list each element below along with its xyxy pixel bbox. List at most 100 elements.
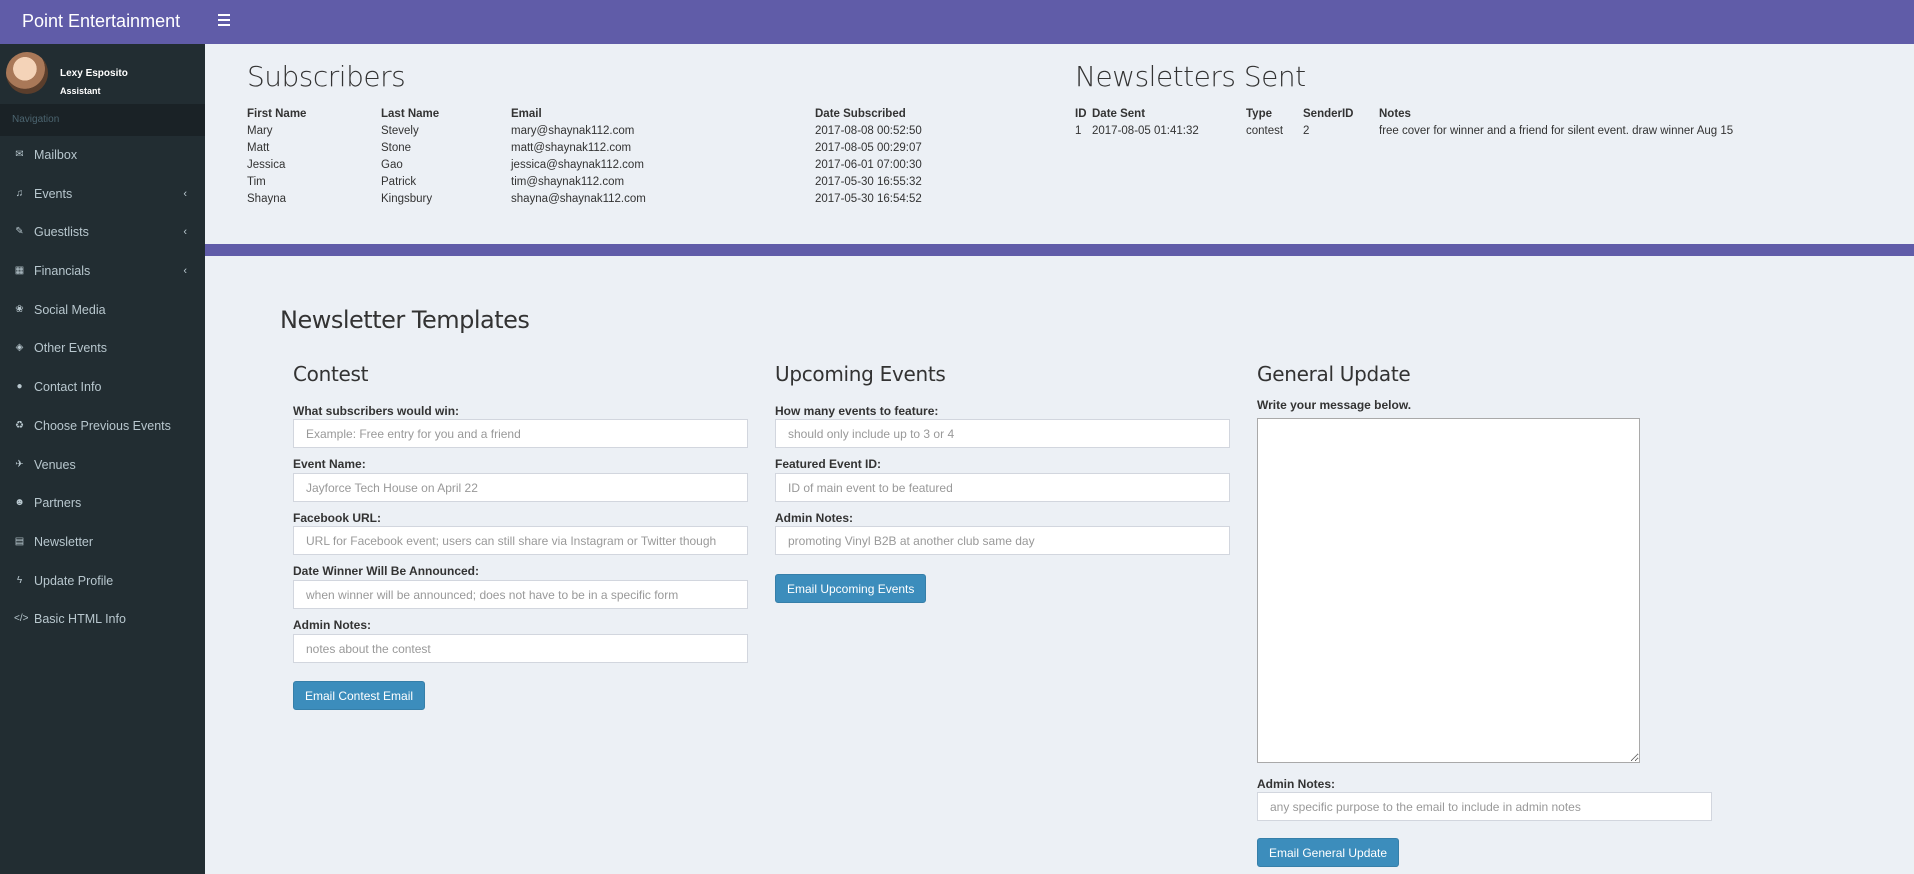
nav-list: ✉ Mailbox ♫ Events ‹ ✎ Guestlists ‹ ▦ Financials ‹… (0, 136, 205, 639)
section-divider (205, 244, 1914, 256)
table-cell: 2017-08-05 01:41:32 (1092, 124, 1199, 137)
column-header: Date Sent (1092, 108, 1146, 120)
sidebar-item-newsletter[interactable]: ▤ Newsletter (0, 523, 205, 562)
contest-notes-input[interactable] (293, 634, 748, 663)
email-upcoming-button[interactable]: Email Upcoming Events (775, 574, 927, 603)
sidebar-item-financials[interactable]: ▦ Financials ‹ (0, 252, 205, 291)
paw-icon: ❀ (15, 303, 24, 315)
sidebar-item-other-events[interactable]: ◈ Other Events (0, 329, 205, 368)
brand-logo[interactable]: Point Entertainment (0, 0, 205, 44)
sidebar-item-update-profile[interactable]: ϟ Update Profile (0, 562, 205, 601)
avatar (6, 52, 48, 94)
plane-icon: ✈ (15, 458, 24, 470)
sidebar-item-label: Events (34, 186, 73, 201)
table-cell: 2017-06-01 07:00:30 (815, 158, 922, 171)
table-cell: Stevely (381, 124, 419, 137)
event-name-label: Event Name: (293, 457, 366, 471)
upcoming-notes-input[interactable] (775, 526, 1230, 555)
table-cell: free cover for winner and a friend for s… (1379, 124, 1734, 137)
subscribers-title: Subscribers (247, 60, 406, 93)
email-contest-button[interactable]: Email Contest Email (293, 681, 426, 710)
newspaper-icon: ▤ (14, 535, 25, 547)
pencil-icon: ✎ (15, 226, 24, 238)
table-cell: Mary (247, 124, 273, 137)
table-cell: Stone (381, 141, 412, 154)
table-cell: 2017-08-08 00:52:50 (815, 124, 922, 137)
table-cell: Tim (247, 175, 266, 188)
table-row: 1 2017-08-05 01:41:32 contest 2 free cover f… (1075, 122, 1759, 139)
table-row: Mary Stevely mary@shaynak112.com 2017-08-08… (247, 122, 955, 139)
tag-icon: ◈ (15, 342, 24, 354)
table-cell: jessica@shaynak112.com (511, 158, 644, 171)
sidebar-item-basic-html-info[interactable]: </> Basic HTML Info (0, 600, 205, 639)
chevron-left-icon: ‹ (183, 265, 187, 278)
table-cell: shayna@shaynak112.com (511, 192, 646, 205)
sidebar-item-contact-info[interactable]: ● Contact Info (0, 368, 205, 407)
win-label: What subscribers would win: (293, 404, 460, 418)
column-header: Date Subscribed (815, 108, 906, 120)
sidebar-item-label: Basic HTML Info (34, 612, 126, 627)
sidebar-toggle-icon[interactable] (218, 14, 230, 26)
sidebar-item-venues[interactable]: ✈ Venues (0, 446, 205, 485)
facebook-url-label: Facebook URL: (293, 511, 382, 525)
sidebar-item-label: Financials (34, 264, 91, 279)
sidebar-item-label: Newsletter (34, 534, 94, 549)
sidebar-item-label: Mailbox (34, 148, 78, 162)
event-count-label: How many events to feature: (775, 404, 939, 418)
win-input[interactable] (293, 419, 748, 448)
subscribers-table: First Name Last Name Email Date Subscrib… (247, 106, 955, 207)
templates-title: Newsletter Templates (280, 306, 530, 334)
upcoming-notes-label: Admin Notes: (775, 511, 853, 525)
user-icon: ● (16, 381, 23, 393)
user-role: Assistant (60, 86, 101, 96)
table-cell: Patrick (381, 175, 417, 188)
nav-header: Navigation (0, 104, 205, 136)
table-cell: matt@shaynak112.com (511, 141, 632, 154)
sidebar-item-choose-previous-events[interactable]: ♻ Choose Previous Events (0, 407, 205, 446)
sidebar-item-social-media[interactable]: ❀ Social Media (0, 291, 205, 330)
newsletters-sent-title: Newsletters Sent (1075, 60, 1306, 93)
event-count-input[interactable] (775, 419, 1230, 448)
sidebar-item-label: Guestlists (34, 225, 89, 240)
general-notes-label: Admin Notes: (1257, 777, 1335, 791)
newsletters-sent-table: ID Date Sent Type SenderID Notes 1 2017-0… (1075, 106, 1759, 139)
chevron-left-icon: ‹ (183, 187, 187, 200)
winner-date-input[interactable] (293, 580, 748, 609)
sidebar-item-partners[interactable]: ☻ Partners (0, 484, 205, 523)
table-cell: 2017-05-30 16:54:52 (815, 192, 922, 205)
table-cell: 2017-08-05 00:29:07 (815, 141, 922, 154)
featured-event-input[interactable] (775, 473, 1230, 502)
facebook-url-input[interactable] (293, 526, 748, 555)
column-header: SenderID (1303, 108, 1354, 120)
table-row: Jessica Gao jessica@shaynak112.com 2017-06-… (247, 156, 955, 173)
table-cell: 2017-05-30 16:55:32 (815, 175, 922, 188)
contest-title: Contest (293, 362, 369, 386)
column-header: Notes (1379, 108, 1411, 120)
music-icon: ♫ (15, 187, 24, 199)
sidebar-item-label: Choose Previous Events (34, 418, 171, 433)
featured-event-label: Featured Event ID: (775, 457, 882, 471)
event-name-input[interactable] (293, 473, 748, 502)
sidebar-item-guestlists[interactable]: ✎ Guestlists ‹ (0, 213, 205, 252)
table-cell: tim@shaynak112.com (511, 175, 625, 188)
table-cell: 1 (1075, 124, 1082, 137)
winner-date-label: Date Winner Will Be Announced: (293, 564, 480, 578)
bolt-icon: ϟ (16, 574, 23, 586)
envelope-icon: ✉ (15, 149, 24, 160)
table-row: Tim Patrick tim@shaynak112.com 2017-05-30 1… (247, 173, 955, 190)
user-name: Lexy Esposito (60, 68, 128, 79)
sidebar-item-label: Other Events (34, 341, 107, 356)
sidebar-item-label: Social Media (34, 302, 106, 317)
column-header: First Name (247, 108, 307, 120)
sidebar-item-events[interactable]: ♫ Events ‹ (0, 175, 205, 214)
contest-notes-label: Admin Notes: (293, 618, 371, 632)
sidebar-item-mailbox[interactable]: ✉ Mailbox (0, 136, 205, 175)
message-textarea[interactable] (1257, 418, 1640, 763)
sidebar-item-label: Update Profile (34, 573, 114, 588)
email-general-button[interactable]: Email General Update (1257, 838, 1400, 867)
general-notes-input[interactable] (1257, 792, 1712, 821)
users-icon: ☻ (14, 497, 25, 509)
code-icon: </> (14, 613, 29, 625)
column-header: Email (511, 108, 542, 120)
table-cell: Matt (247, 141, 270, 154)
